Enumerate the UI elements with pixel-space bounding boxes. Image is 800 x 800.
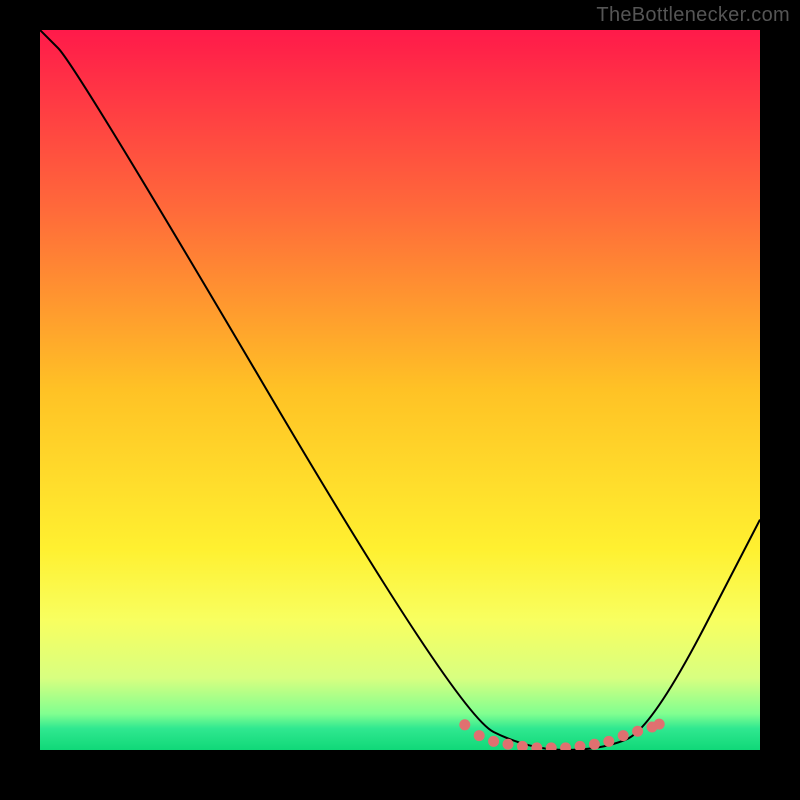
marker-group — [459, 719, 664, 750]
marker-dot — [618, 730, 629, 741]
marker-dot — [560, 742, 571, 750]
marker-dot — [632, 726, 643, 737]
watermark-text: TheBottlenecker.com — [596, 4, 790, 27]
marker-dot — [654, 719, 665, 730]
marker-dot — [503, 739, 514, 750]
marker-dot — [603, 736, 614, 747]
marker-dot — [546, 742, 557, 750]
marker-dot — [474, 730, 485, 741]
curve-line — [40, 30, 760, 750]
marker-dot — [459, 719, 470, 730]
marker-dot — [488, 736, 499, 747]
marker-dot — [531, 742, 542, 750]
marker-dot — [575, 741, 586, 750]
plot-area — [40, 30, 760, 750]
marker-dot — [589, 739, 600, 750]
line-svg — [40, 30, 760, 750]
chart-container: TheBottlenecker.com — [0, 0, 800, 800]
